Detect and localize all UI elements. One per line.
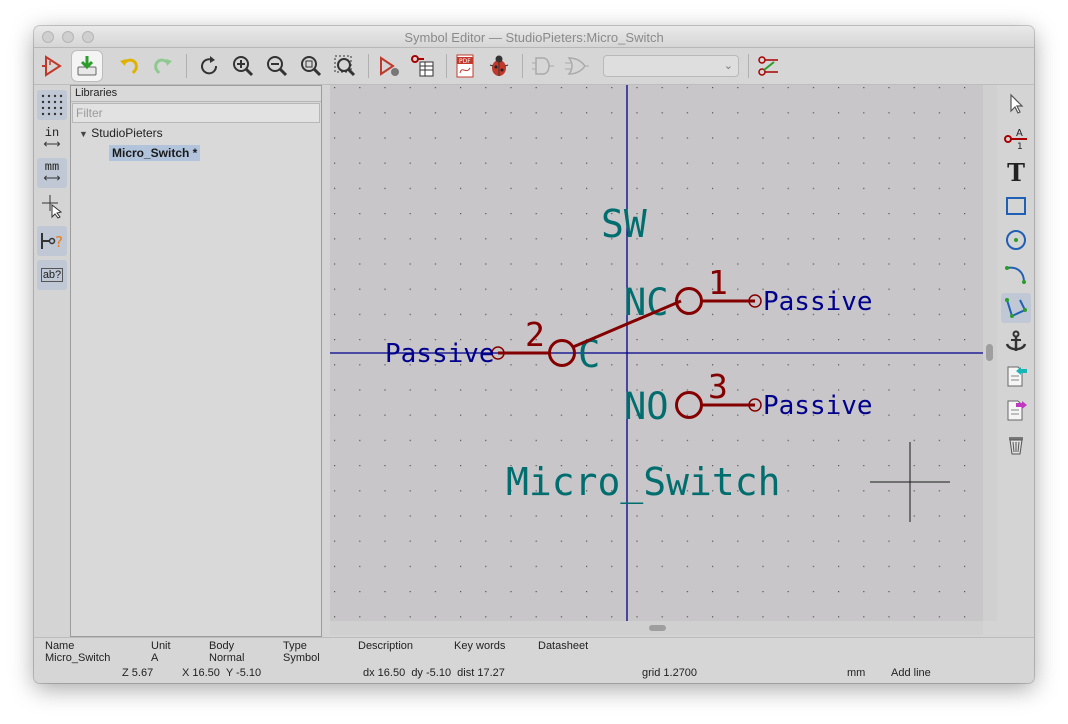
value-field[interactable]: Micro_Switch [506, 460, 781, 505]
millimeters-icon[interactable]: mm ⟷ [37, 158, 67, 188]
save-icon[interactable] [72, 51, 102, 81]
filter-input[interactable]: Filter [72, 103, 320, 123]
zoom-fit-icon[interactable] [296, 51, 326, 81]
msg-value-type: Symbol [283, 652, 320, 664]
chevron-down-icon: ⌄ [723, 60, 733, 72]
inches-icon[interactable]: in ⟷ [37, 124, 67, 154]
export-pdf-icon[interactable]: PDF [450, 51, 480, 81]
zoom-out-icon[interactable] [262, 51, 292, 81]
drawing-canvas[interactable]: SW Micro_Switch 1 NC Passive 2 C Passive [330, 85, 983, 621]
pin-table-icon[interactable] [408, 51, 438, 81]
show-field-text-icon[interactable]: ab? [37, 260, 67, 290]
pin-3-type: Passive [763, 391, 873, 421]
select-arrow-icon[interactable] [1001, 89, 1031, 119]
zoom-in-icon[interactable] [228, 51, 258, 81]
library-tree-item[interactable]: ▼ StudioPieters [79, 126, 163, 140]
zoom-selection-icon[interactable] [330, 51, 360, 81]
msg-value-name: Micro_Switch [45, 652, 111, 664]
status-mode: Add line [891, 667, 931, 679]
msg-header-body: Body [209, 640, 235, 652]
vertical-scrollbar[interactable] [983, 85, 997, 621]
add-polyline-icon[interactable] [1001, 293, 1031, 323]
right-toolbar: A1 T [997, 85, 1034, 637]
svg-text:A: A [1016, 128, 1023, 139]
msg-value-unit: A [151, 652, 159, 664]
refresh-icon[interactable] [194, 51, 224, 81]
check-symbol-icon[interactable] [484, 51, 514, 81]
add-pin-icon[interactable]: A1 [1001, 123, 1031, 153]
msg-header-keywords: Key words [454, 640, 506, 652]
pin-3-number: 3 [708, 367, 728, 406]
add-rectangle-icon[interactable] [1001, 191, 1031, 221]
message-panel: Name Micro_Switch Unit A Body Normal Typ… [34, 637, 1034, 665]
delete-icon[interactable] [1001, 429, 1031, 459]
export-graphic-icon[interactable] [1001, 395, 1031, 425]
double-arrow-icon: ⟷ [43, 137, 61, 151]
double-arrow-icon: ⟷ [43, 171, 61, 185]
add-text-icon[interactable]: T [1001, 157, 1031, 187]
add-circle-icon[interactable] [1001, 225, 1031, 255]
pin-1-name: NC [624, 281, 669, 324]
status-zoom: Z 5.67 [122, 667, 154, 679]
status-bar: Z 5.67 X 16.50 Y -5.10 dx 16.50 dy -5.10… [34, 665, 1034, 683]
add-arc-icon[interactable] [1001, 259, 1031, 289]
msg-header-description: Description [358, 640, 414, 652]
status-units: mm [847, 667, 866, 679]
msg-header-unit: Unit [151, 640, 171, 652]
libraries-panel: Libraries Filter ▼ StudioPieters Micro_S… [70, 85, 322, 637]
main-toolbar: PDF ⌄ [34, 48, 1034, 85]
pin-2-type: Passive [385, 339, 495, 369]
reference-field[interactable]: SW [601, 202, 647, 246]
msg-header-type: Type [283, 640, 307, 652]
unit-selector[interactable]: ⌄ [603, 55, 739, 77]
msg-header-name: Name [45, 640, 75, 652]
show-pin-electrical-type-icon[interactable]: ? [37, 226, 67, 256]
pin-2-number: 2 [525, 315, 545, 354]
disclosure-triangle-icon[interactable]: ▼ [79, 129, 88, 139]
svg-text:1: 1 [1017, 142, 1023, 151]
title-bar: Symbol Editor — StudioPieters:Micro_Swit… [34, 26, 1034, 48]
cursor-crosshair-icon[interactable] [37, 192, 67, 222]
pin-1-type: Passive [763, 287, 873, 317]
pin-1-number: 1 [708, 263, 728, 302]
symbol-properties-icon[interactable] [374, 51, 404, 81]
msg-header-datasheet: Datasheet [538, 640, 589, 652]
status-cursor-position: X 16.50 Y -5.10 [182, 667, 262, 679]
status-grid: grid 1.2700 [642, 667, 698, 679]
new-symbol-icon[interactable] [38, 51, 68, 81]
show-pins-icon[interactable] [754, 51, 784, 81]
svg-text:PDF: PDF [459, 58, 471, 65]
import-graphic-icon[interactable] [1001, 361, 1031, 391]
field-text-label: ab? [40, 268, 64, 282]
undo-icon[interactable] [114, 51, 144, 81]
msg-value-body: Normal [209, 652, 245, 664]
svg-text:?: ? [55, 233, 63, 251]
library-name: StudioPieters [91, 126, 163, 140]
window-title: Symbol Editor — StudioPieters:Micro_Swit… [404, 30, 664, 45]
libraries-header: Libraries [71, 86, 321, 102]
de-morgan-standard-icon[interactable] [528, 51, 558, 81]
redo-icon[interactable] [148, 51, 178, 81]
symbol-tree-item[interactable]: Micro_Switch * [109, 145, 201, 161]
pin-3-name: NO [624, 385, 669, 428]
anchor-icon[interactable] [1001, 327, 1031, 357]
de-morgan-alternate-icon[interactable] [562, 51, 592, 81]
grid-icon[interactable] [37, 90, 67, 120]
symbol-editor-window: Symbol Editor — StudioPieters:Micro_Swit… [34, 26, 1034, 683]
status-delta: dx 16.50 dy -5.10 dist 17.27 [363, 667, 505, 679]
horizontal-scrollbar[interactable] [330, 621, 983, 635]
left-toolbar: in ⟷ mm ⟷ ? ab? [34, 86, 70, 638]
